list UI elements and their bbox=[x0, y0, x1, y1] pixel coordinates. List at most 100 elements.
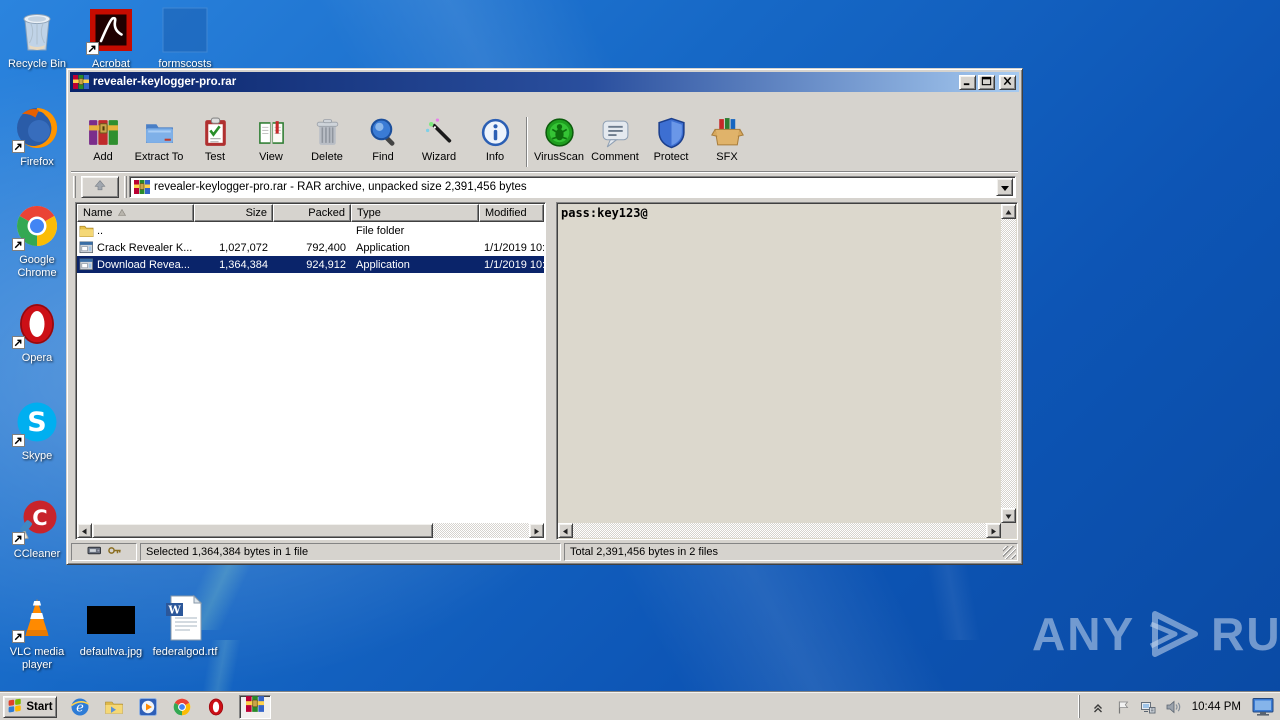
desktop-icon-label: defaultva.jpg bbox=[76, 646, 146, 659]
desktop-icon-recycle-bin[interactable]: Recycle Bin bbox=[2, 4, 72, 71]
shortcut-arrow-icon bbox=[86, 42, 99, 55]
toolbar-button-comment[interactable]: Comment bbox=[587, 113, 643, 171]
scroll-left-button[interactable] bbox=[558, 523, 573, 538]
tray-icon[interactable] bbox=[1090, 699, 1106, 715]
tray-icon[interactable] bbox=[1140, 699, 1156, 715]
desktop-icon-acrobat[interactable]: Acrobat bbox=[76, 4, 146, 71]
toolbar-button-extract-to[interactable]: Extract To bbox=[131, 113, 187, 171]
resize-grip[interactable] bbox=[1003, 546, 1016, 559]
quick-launch-button[interactable]: e bbox=[69, 696, 91, 718]
column-header-modified[interactable]: Modified bbox=[479, 204, 544, 222]
scroll-down-button[interactable] bbox=[1001, 508, 1016, 523]
taskbar: Start e 10:44 PM bbox=[0, 692, 1280, 720]
start-button[interactable]: Start bbox=[3, 696, 57, 718]
title-bar[interactable]: revealer-keylogger-pro.rar bbox=[70, 72, 1019, 92]
maximize-button[interactable] bbox=[978, 75, 995, 90]
disk-icon bbox=[87, 544, 102, 560]
toolbar-separator bbox=[526, 117, 528, 167]
protect-shield-icon bbox=[655, 116, 688, 149]
status-total: Total 2,391,456 bytes in 2 files bbox=[564, 543, 1018, 561]
toolbar-button-delete[interactable]: Delete bbox=[299, 113, 355, 171]
application-icon bbox=[79, 257, 94, 272]
shortcut-arrow-icon bbox=[12, 434, 25, 447]
quick-launch-button[interactable] bbox=[171, 696, 193, 718]
scroll-right-button[interactable] bbox=[529, 523, 544, 538]
desktop-icon-vlc-media-player[interactable]: VLC media player bbox=[2, 592, 72, 672]
opera-icon bbox=[206, 697, 226, 717]
desktop-icon-federalgod-rtf[interactable]: W federalgod.rtf bbox=[150, 592, 220, 659]
address-bar[interactable]: revealer-keylogger-pro.rar - RAR archive… bbox=[129, 176, 1016, 198]
scrollbar-thumb[interactable] bbox=[92, 523, 433, 538]
toolbar-button-view[interactable]: View bbox=[243, 113, 299, 171]
toolbar-button-find[interactable]: Find bbox=[355, 113, 411, 171]
file-row[interactable]: .. File folder bbox=[77, 222, 544, 239]
quick-launch-button[interactable] bbox=[205, 696, 227, 718]
quick-launch-button[interactable] bbox=[137, 696, 159, 718]
quick-launch-button[interactable] bbox=[103, 696, 125, 718]
comment-vertical-scrollbar[interactable] bbox=[1001, 204, 1016, 523]
menu-item[interactable] bbox=[127, 102, 141, 104]
image-thumb-icon bbox=[87, 594, 135, 642]
column-header-packed[interactable]: Packed bbox=[273, 204, 351, 222]
toolbar-button-sfx[interactable]: SFX bbox=[699, 113, 755, 171]
find-magnifier-icon bbox=[367, 116, 400, 149]
scroll-up-button[interactable] bbox=[1001, 204, 1016, 219]
column-header-type[interactable]: Type bbox=[351, 204, 479, 222]
archive-comment: pass:key123@ bbox=[561, 206, 997, 220]
media-player-icon bbox=[138, 697, 158, 717]
column-headers: Name Size Packed Type Modified bbox=[77, 204, 544, 222]
shortcut-arrow-icon bbox=[12, 140, 25, 153]
arrow-up-icon bbox=[1005, 203, 1012, 221]
toolbar-button-info[interactable]: Info bbox=[467, 113, 523, 171]
desktop-icon-firefox[interactable]: Firefox bbox=[2, 102, 72, 169]
close-button[interactable] bbox=[999, 75, 1016, 90]
file-type: Application bbox=[351, 259, 479, 271]
wizard-wand-icon bbox=[423, 116, 456, 149]
column-header-size[interactable]: Size bbox=[194, 204, 273, 222]
status-selected: Selected 1,364,384 bytes in 1 file bbox=[140, 543, 561, 561]
taskbar-button-winrar[interactable] bbox=[239, 695, 271, 719]
extract-folder-icon bbox=[143, 116, 176, 149]
toolbar-button-protect[interactable]: Protect bbox=[643, 113, 699, 171]
desktop-icon-google-chrome[interactable]: Google Chrome bbox=[2, 200, 72, 280]
taskbar-clock[interactable]: 10:44 PM bbox=[1190, 701, 1243, 713]
file-row[interactable]: Download Revea... 1,364,384 924,912 Appl… bbox=[77, 256, 544, 273]
menu-item[interactable] bbox=[71, 102, 85, 104]
minimize-button[interactable] bbox=[959, 75, 976, 90]
toolbar-button-virusscan[interactable]: VirusScan bbox=[531, 113, 587, 171]
internet-explorer-icon: e bbox=[70, 697, 90, 717]
winrar-window: revealer-keylogger-pro.rar Add Extract T… bbox=[66, 68, 1023, 565]
menu-item[interactable] bbox=[85, 102, 99, 104]
desktop-icon-opera[interactable]: Opera bbox=[2, 298, 72, 365]
up-arrow-icon bbox=[93, 178, 107, 197]
up-directory-button[interactable] bbox=[81, 176, 119, 198]
panel-splitter[interactable] bbox=[548, 202, 554, 540]
toolbar-button-wizard[interactable]: Wizard bbox=[411, 113, 467, 171]
blank-selected-icon bbox=[161, 6, 209, 54]
menu-item[interactable] bbox=[99, 102, 113, 104]
desktop-icon-defaultva-jpg[interactable]: defaultva.jpg bbox=[76, 592, 146, 659]
tray-icon[interactable] bbox=[1165, 699, 1181, 715]
scroll-right-button[interactable] bbox=[986, 523, 1001, 538]
menu-item[interactable] bbox=[113, 102, 127, 104]
column-header-name[interactable]: Name bbox=[77, 204, 194, 222]
desktop-icon-formscosts[interactable]: formscosts bbox=[150, 4, 220, 71]
address-row: revealer-keylogger-pro.rar - RAR archive… bbox=[71, 174, 1018, 200]
desktop-icon-label: VLC media player bbox=[2, 646, 72, 672]
tray-icon[interactable] bbox=[1115, 699, 1131, 715]
menu-item[interactable] bbox=[141, 102, 155, 104]
desktop-icon-skype[interactable]: S Skype bbox=[2, 396, 72, 463]
file-name: Crack Revealer K... bbox=[97, 242, 192, 254]
desktop-icon-ccleaner[interactable]: C CCleaner bbox=[2, 494, 72, 561]
arrow-right-icon bbox=[990, 522, 997, 540]
network-icon bbox=[1140, 699, 1156, 715]
toolbar-button-test[interactable]: Test bbox=[187, 113, 243, 171]
file-list-horizontal-scrollbar[interactable] bbox=[77, 523, 544, 538]
scroll-left-button[interactable] bbox=[77, 523, 92, 538]
show-desktop-button[interactable] bbox=[1252, 697, 1276, 717]
file-row[interactable]: Crack Revealer K... 1,027,072 792,400 Ap… bbox=[77, 239, 544, 256]
comment-horizontal-scrollbar[interactable] bbox=[558, 523, 1001, 538]
address-dropdown-button[interactable] bbox=[996, 178, 1013, 196]
toolbar-button-add[interactable]: Add bbox=[75, 113, 131, 171]
window-title: revealer-keylogger-pro.rar bbox=[93, 76, 957, 88]
